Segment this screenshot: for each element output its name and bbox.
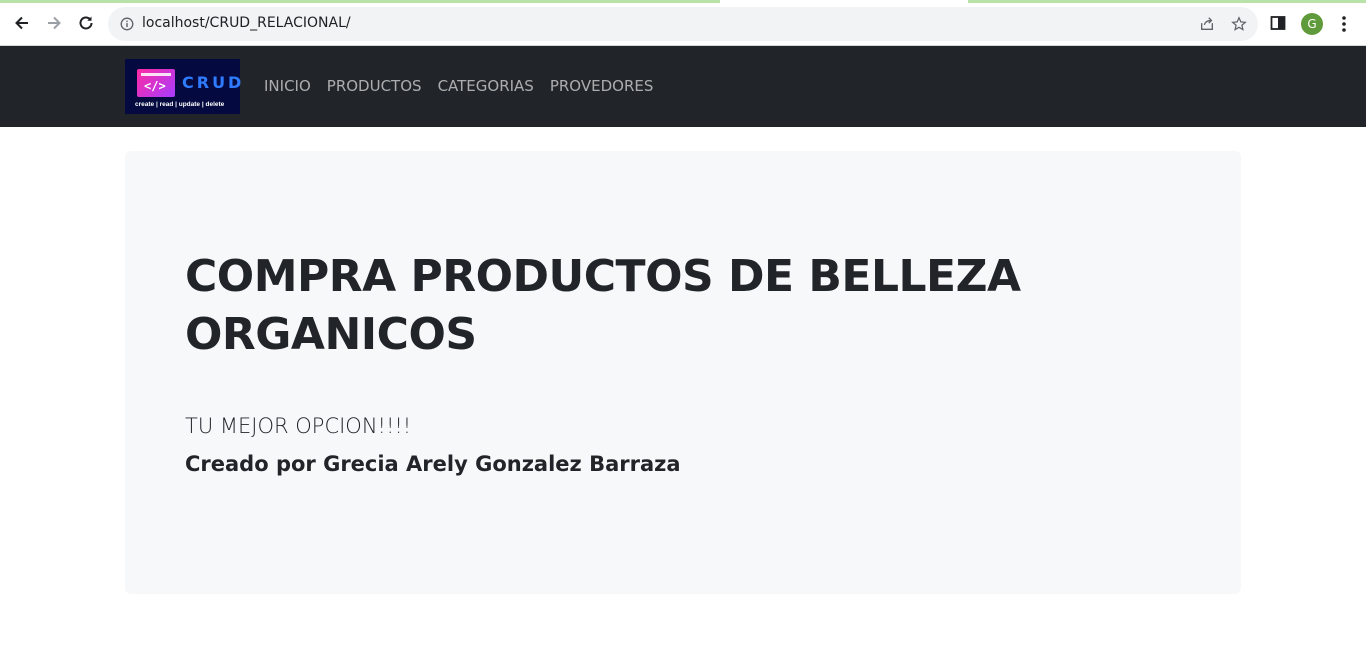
hero-lead: TU MEJOR OPCION!!!!: [185, 414, 412, 438]
back-button[interactable]: [10, 11, 34, 35]
nav-link-inicio[interactable]: INICIO: [264, 77, 311, 95]
nav-link-provedores[interactable]: PROVEDORES: [550, 77, 654, 95]
tab-strip: [0, 0, 1366, 3]
author-credit: Creado por Grecia Arely Gonzalez Barraza: [185, 452, 681, 476]
reload-icon: [79, 16, 93, 30]
kebab-menu-icon[interactable]: [1336, 14, 1352, 34]
star-icon[interactable]: [1230, 15, 1248, 33]
side-panel-icon[interactable]: [1270, 15, 1286, 31]
logo-wordmark: CRUD: [182, 73, 245, 92]
address-bar[interactable]: localhost/CRUD_RELACIONAL/: [108, 7, 1258, 41]
code-icon: </>: [137, 69, 175, 97]
reload-button[interactable]: [74, 11, 98, 35]
brand-logo[interactable]: </> CRUD create | read | update | delete: [125, 59, 241, 114]
info-icon[interactable]: [118, 15, 136, 33]
url-text[interactable]: localhost/CRUD_RELACIONAL/: [142, 15, 351, 31]
nav-links: INICIO PRODUCTOS CATEGORIAS PROVEDORES: [264, 77, 653, 95]
browser-toolbar: localhost/CRUD_RELACIONAL/ G: [0, 0, 1366, 46]
avatar[interactable]: G: [1301, 13, 1323, 35]
site-navbar: </> CRUD create | read | update | delete…: [0, 46, 1366, 127]
page-title: COMPRA PRODUCTOS DE BELLEZA ORGANICOS: [185, 251, 1021, 360]
forward-arrow-icon: [48, 16, 61, 30]
nav-link-categorias[interactable]: CATEGORIAS: [438, 77, 534, 95]
forward-button[interactable]: [42, 11, 66, 35]
hero-jumbotron: COMPRA PRODUCTOS DE BELLEZA ORGANICOS TU…: [125, 151, 1241, 594]
back-arrow-icon: [15, 16, 28, 30]
share-icon[interactable]: [1198, 15, 1216, 33]
nav-link-productos[interactable]: PRODUCTOS: [327, 77, 422, 95]
logo-tagline: create | read | update | delete: [135, 101, 225, 108]
